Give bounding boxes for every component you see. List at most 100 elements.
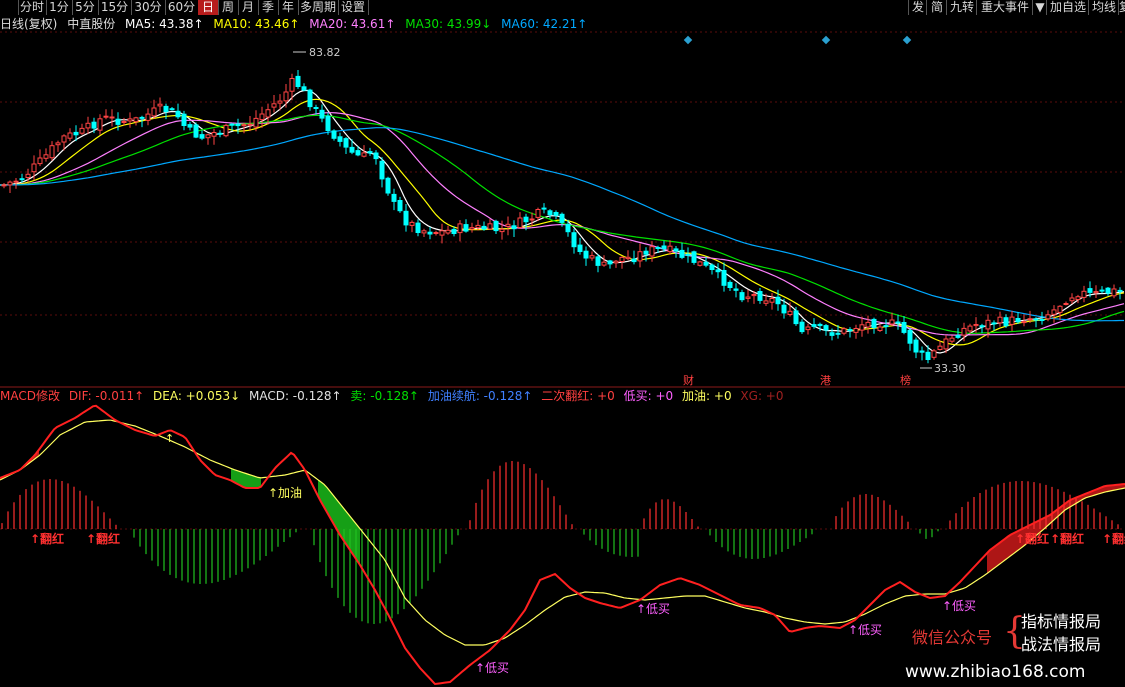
candle-body	[859, 324, 865, 331]
candle-body	[1069, 297, 1075, 302]
candle-body	[13, 180, 19, 183]
candle-body	[175, 110, 181, 118]
dimai-label: ↑低买	[636, 602, 670, 616]
candle-body	[613, 260, 619, 264]
candle-body	[799, 321, 805, 333]
candle-body	[781, 304, 787, 314]
candle-body	[541, 207, 547, 210]
candle-body	[457, 223, 463, 234]
candle-body	[463, 224, 469, 232]
candle-body	[217, 132, 223, 135]
candle-body	[625, 256, 631, 260]
candle-body	[1111, 288, 1117, 297]
watermark-brands: 指标情报局 战法情报局	[1021, 610, 1101, 656]
candle-body	[241, 124, 247, 127]
candle-body	[991, 322, 997, 325]
candle-body	[7, 181, 13, 186]
candle-body	[1117, 289, 1123, 292]
candle-body	[403, 210, 409, 226]
candle-body	[655, 247, 661, 249]
candle-body	[379, 160, 385, 180]
candle-body	[367, 151, 373, 154]
candle-body	[1093, 291, 1099, 294]
candle-body	[883, 325, 889, 328]
candle-body	[73, 131, 79, 136]
fanhong-label: ↑翻红	[1015, 531, 1049, 546]
candle-body	[55, 142, 61, 146]
candle-body	[499, 228, 505, 233]
candle-body	[523, 216, 529, 223]
candle-body	[421, 230, 427, 234]
candle-body	[913, 339, 919, 353]
fanhong-label: ↑翻红	[1050, 531, 1084, 546]
candle-body	[601, 261, 607, 266]
jiayou-small-arrow: ↑	[165, 432, 174, 445]
fanhong-label: ↑翻红	[30, 531, 64, 546]
candle-body	[229, 123, 235, 126]
candle-body	[817, 323, 823, 327]
candle-body	[847, 329, 853, 332]
event-label: 港	[820, 374, 831, 387]
candle-body	[961, 327, 967, 336]
candle-body	[373, 152, 379, 160]
candle-body	[313, 107, 319, 109]
candle-body	[385, 177, 391, 194]
candle-body	[835, 332, 841, 335]
candle-body	[271, 103, 277, 108]
candle-body	[115, 118, 121, 125]
event-label: 财	[683, 373, 694, 387]
candle-body	[823, 325, 829, 331]
candle-body	[709, 264, 715, 271]
candle-body	[511, 225, 517, 230]
candle-body	[487, 223, 493, 230]
macd-fill-area	[318, 479, 360, 565]
candle-body	[631, 258, 637, 263]
candle-body	[49, 145, 55, 159]
candle-body	[1003, 317, 1009, 327]
candle-body	[1063, 303, 1069, 305]
candle-body	[793, 310, 799, 325]
candle-body	[25, 173, 31, 179]
candle-body	[997, 316, 1003, 324]
candle-body	[169, 108, 175, 111]
candle-body	[577, 244, 583, 253]
candle-body	[733, 288, 739, 291]
candle-body	[565, 223, 571, 233]
candle-body	[919, 350, 925, 353]
candle-body	[619, 256, 625, 262]
dimai-label: ↑低买	[475, 661, 509, 675]
kline-chart[interactable]: 83.8233.30财港榜 ↑翻红↑翻红↑翻红↑翻红↑翻红↑加油↑↑低买↑低买↑…	[0, 0, 1125, 687]
candle-body	[757, 291, 763, 301]
candle-body	[343, 138, 349, 148]
candle-body	[235, 123, 241, 127]
candle-body	[979, 325, 985, 328]
macd-fill-area	[231, 468, 261, 488]
candle-body	[775, 296, 781, 305]
candle-body	[205, 134, 211, 139]
dimai-label: ↑低买	[942, 599, 976, 613]
candle-body	[679, 249, 685, 258]
candle-body	[907, 329, 913, 344]
candle-body	[505, 223, 511, 227]
candle-body	[787, 310, 793, 315]
candle-body	[967, 325, 973, 332]
candle-body	[295, 75, 301, 88]
candle-body	[703, 261, 709, 266]
candle-body	[157, 103, 163, 107]
candle-body	[265, 109, 271, 118]
fanhong-label: ↑翻红	[1102, 531, 1125, 546]
candle-body	[1045, 314, 1051, 320]
candle-body	[337, 136, 343, 142]
candle-body	[37, 157, 43, 165]
candle-body	[697, 261, 703, 266]
candle-body	[211, 132, 217, 137]
event-diamond	[902, 35, 912, 45]
candle-body	[985, 319, 991, 330]
candle-body	[727, 281, 733, 288]
candle-body	[103, 115, 109, 118]
candle-body	[391, 193, 397, 202]
candle-body	[199, 134, 205, 139]
candle-body	[829, 332, 835, 336]
candle-body	[1033, 318, 1039, 321]
candle-body	[427, 231, 433, 235]
